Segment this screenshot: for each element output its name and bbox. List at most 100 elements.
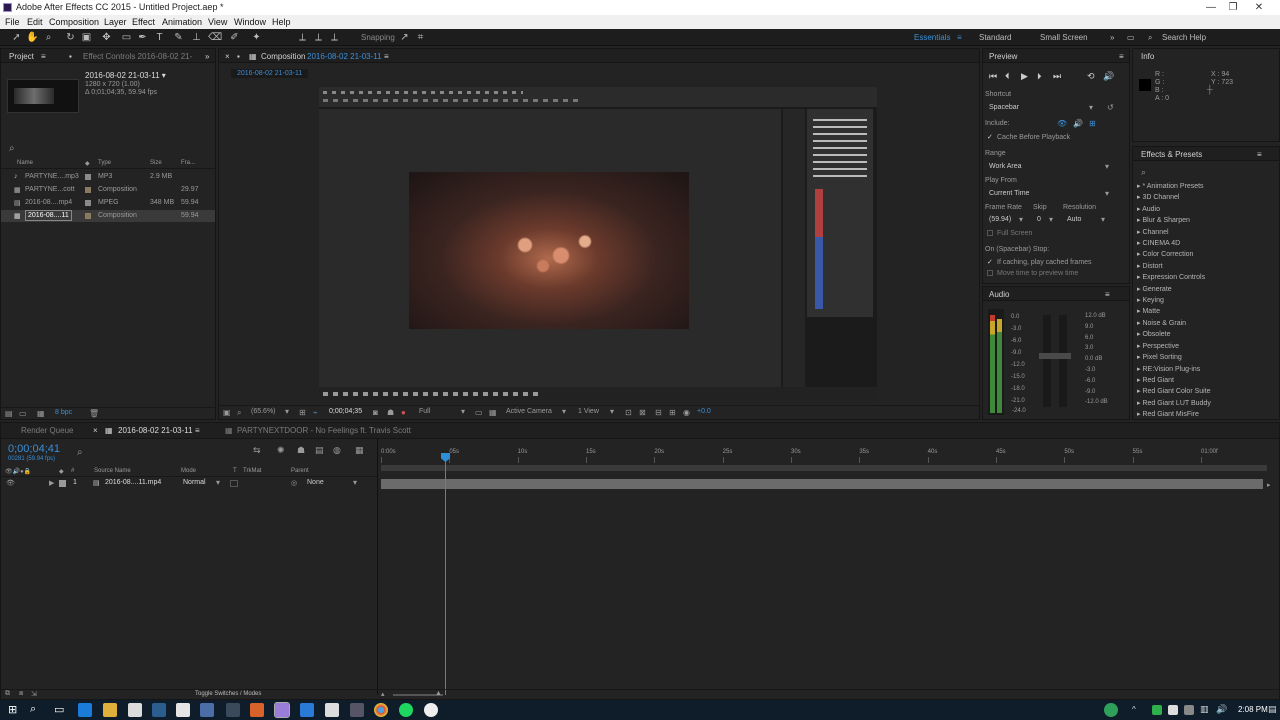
lock-icon[interactable]: ▪ [69, 52, 72, 61]
skip-chevron-down-icon[interactable]: ▾ [1049, 215, 1053, 224]
effects-category[interactable]: ▸ CINEMA 4D [1137, 238, 1277, 249]
tray-icon[interactable] [1152, 705, 1162, 715]
rotate-tool-icon[interactable]: ↻ [64, 31, 77, 44]
effects-category[interactable]: ▸ * Animation Presets [1137, 181, 1277, 192]
motion-blur-icon[interactable]: ◍ [333, 445, 341, 456]
audio-slider-left[interactable] [1043, 315, 1051, 407]
magnification-icon[interactable]: ⌕ [237, 408, 241, 418]
play-from-chevron-down-icon[interactable]: ▾ [1105, 189, 1109, 198]
skype-icon[interactable] [78, 703, 92, 717]
visibility-icon[interactable]: 👁 [6, 479, 15, 487]
effects-category[interactable]: ▸ Distort [1137, 261, 1277, 272]
view-axis-icon[interactable]: ⟂ [328, 31, 341, 44]
range-chevron-down-icon[interactable]: ▾ [1105, 162, 1109, 171]
restore-icon[interactable]: ❐ [1222, 0, 1244, 15]
col-frame-rate[interactable]: Fra... [181, 160, 195, 166]
reset-exposure-icon[interactable]: ◉ [683, 408, 690, 417]
resolution-dropdown[interactable]: Full [419, 408, 430, 415]
bit-depth-label[interactable]: 8 bpc [55, 409, 72, 416]
list-item[interactable]: ▤ 2016-08....mp4 MPEG 348 MB 59.94 [1, 197, 215, 209]
preserve-transparency-checkbox[interactable] [230, 480, 238, 487]
camera-tool-icon[interactable]: ▣ [80, 31, 93, 44]
project-search-icon[interactable]: ⌕ [9, 143, 15, 154]
effects-category[interactable]: ▸ Noise & Grain [1137, 318, 1277, 329]
parent-pickwhip-icon[interactable]: ◎ [291, 479, 297, 487]
previous-frame-icon[interactable]: ⏴ [1005, 71, 1010, 82]
timeline-current-time[interactable]: 0;00;04;41 [8, 443, 60, 455]
move-time-checkbox[interactable] [987, 270, 993, 276]
clock[interactable]: 2:08 PM [1238, 705, 1268, 714]
parent-dropdown[interactable]: None [307, 479, 324, 486]
col-name[interactable]: Name [17, 160, 33, 166]
illustrator-icon[interactable] [250, 703, 264, 717]
label-col-icon[interactable]: ◆ [59, 468, 64, 475]
lock-icon[interactable]: ▪ [237, 52, 240, 61]
play-from-dropdown[interactable]: Current Time [989, 190, 1029, 197]
transparency-grid-icon[interactable]: ▦ [489, 408, 497, 417]
include-audio-icon[interactable]: 🔊 [1073, 119, 1083, 128]
steam-icon[interactable] [152, 703, 166, 717]
col-t[interactable]: T [233, 468, 237, 474]
table-row[interactable]: 👁 ▶ 1 ▤ 2016-08....11.mp4 Normal ▾ ◎ Non… [1, 478, 377, 490]
task-view-icon[interactable]: ▭ [54, 703, 64, 716]
app-icon[interactable] [325, 703, 339, 717]
effects-category[interactable]: ▸ Blur & Sharpen [1137, 215, 1277, 226]
workspace-more-icon[interactable]: » [1110, 33, 1114, 42]
menu-layer[interactable]: Layer [104, 17, 127, 27]
audio-slider-right[interactable] [1059, 315, 1067, 407]
preview-menu-icon[interactable]: ≡ [1119, 52, 1124, 61]
tray-chevron-icon[interactable]: ^ [1132, 705, 1136, 714]
snapping-icon[interactable]: ↗ [398, 31, 411, 44]
tab-composition[interactable]: Composition [261, 52, 305, 61]
new-comp-icon[interactable]: ▦ [37, 409, 45, 418]
effects-category[interactable]: ▸ 3D Channel [1137, 192, 1277, 203]
timeline-menu-icon[interactable]: ≡ [195, 426, 200, 435]
zoom-tool-icon[interactable]: ⌕ [42, 31, 55, 44]
always-preview-icon[interactable]: ▣ [223, 408, 231, 417]
fast-previews-icon[interactable]: ⊠ [639, 408, 646, 417]
col-parent[interactable]: Parent [291, 468, 309, 474]
tray-app-icon[interactable] [1104, 703, 1118, 717]
camera-dropdown[interactable]: Active Camera [506, 408, 552, 415]
timeline-link-icon[interactable]: ⊟ [655, 408, 662, 417]
view-layout-dropdown[interactable]: 1 View [578, 408, 599, 415]
snapping-label[interactable]: Snapping [361, 33, 395, 42]
effects-category[interactable]: ▸ Red Giant LUT Buddy [1137, 398, 1277, 409]
interpret-footage-icon[interactable]: ▤ [5, 409, 13, 418]
col-source-name[interactable]: Source Name [94, 468, 131, 474]
pan-behind-tool-icon[interactable]: ✥ [100, 31, 113, 44]
flowchart-icon[interactable]: ⊞ [669, 408, 676, 417]
draft-3d-icon[interactable]: ✺ [277, 445, 285, 456]
layer-name[interactable]: 2016-08....11.mp4 [105, 479, 161, 486]
search-icon[interactable]: ⌕ [30, 703, 36, 716]
zoom-in-icon[interactable]: ▲ [435, 690, 442, 697]
layer-duration-bar[interactable] [381, 479, 1263, 489]
composition-menu-icon[interactable]: ≡ [384, 52, 389, 61]
new-folder-icon[interactable]: ▭ [19, 409, 27, 418]
col-trkmat[interactable]: TrkMat [243, 468, 261, 474]
effects-category[interactable]: ▸ Red Giant Color Suite [1137, 386, 1277, 397]
graph-editor-icon[interactable]: ▦ [355, 445, 364, 456]
parent-chevron-down-icon[interactable]: ▾ [353, 478, 357, 487]
resolution-preview-dropdown[interactable]: Auto [1067, 216, 1081, 223]
effects-category[interactable]: ▸ Matte [1137, 306, 1277, 317]
cache-checkbox[interactable]: ✓ [987, 133, 993, 141]
app-icon[interactable] [176, 703, 190, 717]
spotify-icon[interactable] [399, 703, 413, 717]
after-effects-icon[interactable] [274, 702, 290, 718]
channel-icon[interactable]: ● [401, 408, 406, 417]
effects-category[interactable]: ▸ Obsolete [1137, 329, 1277, 340]
col-type[interactable]: Type [98, 160, 111, 166]
list-item[interactable]: ▦ PARTYNE...cott Composition 29.97 [1, 184, 215, 196]
volume-icon[interactable]: 🔊 [1216, 704, 1227, 715]
reset-icon[interactable]: ↺ [1107, 103, 1114, 112]
if-caching-checkbox[interactable]: ✓ [987, 258, 993, 266]
timeline-scroll-icon[interactable]: ▸ [1267, 481, 1271, 489]
effects-category[interactable]: ▸ Pixel Sorting [1137, 352, 1277, 363]
snap-edges-icon[interactable]: ⌗ [414, 31, 427, 44]
zoom-out-icon[interactable]: ▴ [381, 690, 385, 698]
range-dropdown[interactable]: Work Area [989, 163, 1022, 170]
transfer-controls-icon[interactable]: ⧈ [19, 690, 23, 698]
include-video-icon[interactable]: 👁 [1057, 119, 1067, 128]
frame-rate-chevron-down-icon[interactable]: ▾ [1019, 215, 1023, 224]
